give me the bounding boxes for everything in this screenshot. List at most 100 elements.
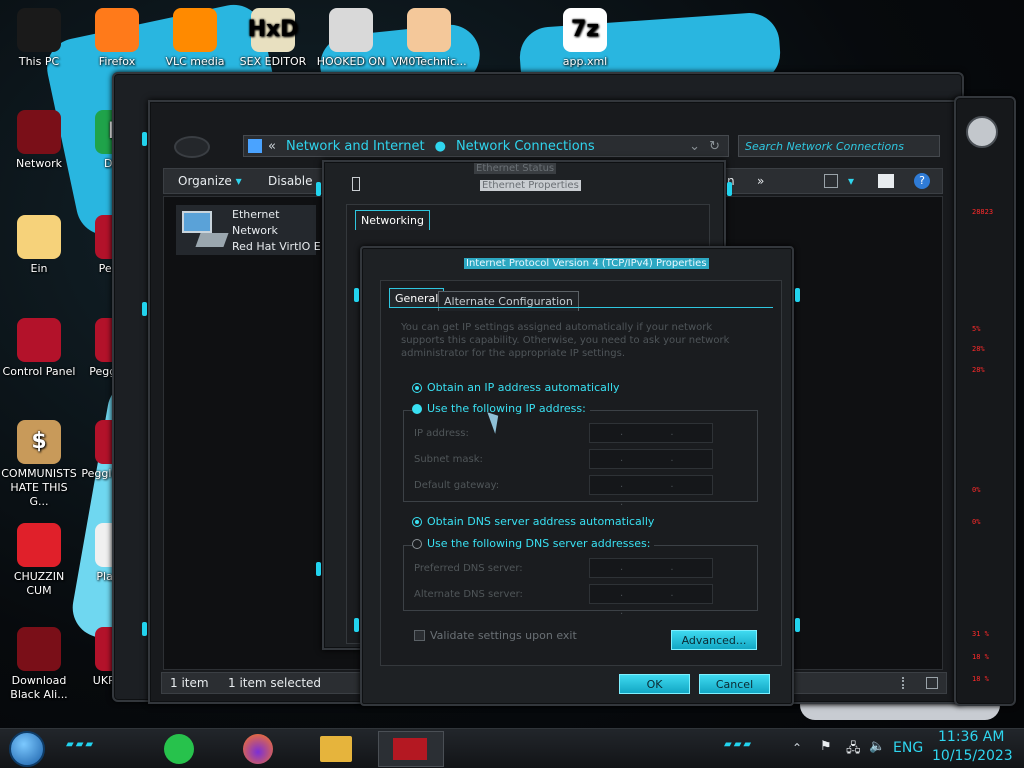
validate-settings-label: Validate settings upon exit xyxy=(430,629,577,642)
status-selected: 1 item selected xyxy=(228,676,322,690)
advanced-button[interactable]: Advanced... xyxy=(671,630,757,650)
adapter-name: Ethernet xyxy=(232,208,280,221)
monitor-readout: 0% xyxy=(972,518,981,526)
more-commands-button[interactable]: » xyxy=(757,174,764,188)
desktop-icon[interactable]: VLC media xyxy=(156,8,234,69)
doctor-icon xyxy=(407,8,451,52)
radio-obtain-dns-automatically[interactable]: Obtain DNS server address automatically xyxy=(412,515,654,528)
monitor-readout: 0% xyxy=(972,486,981,494)
subnet-mask-field[interactable]: . . . xyxy=(589,449,713,482)
subnet-mask-label: Subnet mask: xyxy=(414,454,483,465)
desktop-icon-label: Ein xyxy=(30,262,48,275)
desktop-icon[interactable]: 7z app.xml xyxy=(546,8,624,69)
help-icon[interactable]: ? xyxy=(914,173,930,189)
taskbar-firefox-icon[interactable] xyxy=(243,734,273,764)
desktop-icon-label: VLC media xyxy=(165,55,225,68)
details-view-icon[interactable] xyxy=(902,677,906,689)
desktop-icon[interactable]: HOOKED ON xyxy=(312,8,390,69)
network-status-icon[interactable]: 🖧 xyxy=(846,739,861,761)
radio-icon xyxy=(412,403,422,414)
frame-accent xyxy=(142,132,147,146)
desktop-icon[interactable]: HxD SEX EDITOR xyxy=(234,8,312,69)
desktop-icon[interactable]: $ COMMUNISTS HATE THIS G... xyxy=(0,420,78,509)
tab-alternate-configuration[interactable]: Alternate Configuration xyxy=(438,291,579,311)
desktop-icon[interactable]: Ein xyxy=(0,215,78,276)
desktop-icon-label: app.xml xyxy=(562,55,608,68)
desktop-icon-label: CHUZZIN CUM xyxy=(13,570,65,597)
default-gateway-label: Default gateway: xyxy=(414,480,500,491)
organize-button[interactable]: Organize ▾ xyxy=(178,174,242,188)
breadcrumb-back[interactable]: « xyxy=(268,139,276,154)
explorer-logo-icon xyxy=(174,136,210,158)
ethernet-status-ghost-title: Ethernet Status xyxy=(474,163,557,174)
radio-obtain-dns-label: Obtain DNS server address automatically xyxy=(427,515,655,528)
ip-address-field[interactable]: . . . xyxy=(589,423,713,456)
preferred-dns-label: Preferred DNS server: xyxy=(414,563,523,574)
desktop-icon[interactable]: This PC xyxy=(0,8,78,69)
desktop-icon[interactable]: Download Black Ali... xyxy=(0,627,78,702)
view-options-icon[interactable] xyxy=(824,174,838,188)
tab-networking[interactable]: Networking xyxy=(355,210,430,230)
desktop-icon-label: Download Black Ali... xyxy=(10,674,68,701)
desktop-icon-label: VM0Technic... xyxy=(391,55,467,68)
breadcrumb-network-connections[interactable]: Network Connections xyxy=(456,139,595,154)
flag-icon[interactable]: ⚑ xyxy=(820,739,832,754)
ok-button[interactable]: OK xyxy=(619,674,690,694)
chevron-down-icon[interactable]: ⌄ xyxy=(689,139,700,154)
monitor-readout: 28% xyxy=(972,345,985,353)
radio-icon xyxy=(412,538,422,549)
taskbar-app-notes-icon[interactable] xyxy=(164,734,194,764)
desktop-icon[interactable]: Control Panel xyxy=(0,318,78,379)
volume-icon[interactable]: 🔈 xyxy=(869,739,885,754)
show-hidden-icons-icon[interactable]: ⌃ xyxy=(792,741,802,755)
desktop-icon[interactable]: CHUZZIN CUM xyxy=(0,523,78,598)
frame-accent xyxy=(354,618,359,632)
hooked-icon xyxy=(329,8,373,52)
computer-icon xyxy=(17,8,61,52)
validate-settings-checkbox[interactable]: Validate settings upon exit xyxy=(414,629,577,642)
cancel-button[interactable]: Cancel xyxy=(699,674,770,694)
disable-button[interactable]: Disable xyxy=(268,174,313,188)
desktop-icon-label: SEX EDITOR xyxy=(239,55,307,68)
ethernet-title-icon xyxy=(352,177,360,191)
frame-accent xyxy=(354,288,359,302)
taskbar-file-explorer-icon[interactable] xyxy=(320,736,352,762)
monitor-readout: 5% xyxy=(972,325,981,333)
clock-date[interactable]: 10/15/2023 xyxy=(932,748,1013,764)
alternate-dns-field[interactable]: . . . xyxy=(589,584,713,617)
refresh-icon[interactable]: ↻ xyxy=(709,139,720,154)
taskbar-accent: ▰▰▰ xyxy=(724,739,754,750)
tab-divider xyxy=(389,307,773,308)
language-indicator[interactable]: ENG xyxy=(893,740,923,756)
desktop-icon[interactable]: Network xyxy=(0,110,78,171)
taskbar: ▰▰▰ ▰▰▰ ⌃ ⚑ 🖧 🔈 ENG 11:36 AM 10/15/2023 xyxy=(0,728,1024,768)
desktop-icon[interactable]: VM0Technic... xyxy=(390,8,468,69)
preview-pane-icon[interactable] xyxy=(878,174,894,188)
radio-use-following-dns[interactable]: Use the following DNS server addresses: xyxy=(412,537,655,550)
clock-time[interactable]: 11:36 AM xyxy=(938,729,1004,745)
search-input[interactable]: Search Network Connections xyxy=(738,135,940,157)
desktop-icon[interactable]: Firefox xyxy=(78,8,156,69)
frame-accent xyxy=(727,182,732,196)
start-button[interactable] xyxy=(9,731,45,767)
monitor-readout: 28% xyxy=(972,366,985,374)
tab-general[interactable]: General xyxy=(389,288,445,308)
alien-head-icon[interactable] xyxy=(966,116,998,148)
network-folder-icon xyxy=(248,139,262,153)
taskbar-control-panel-active[interactable] xyxy=(378,731,444,767)
radio-obtain-ip-automatically[interactable]: Obtain an IP address automatically xyxy=(412,381,620,394)
vlc-cone-icon xyxy=(173,8,217,52)
firefox-icon xyxy=(95,8,139,52)
chevron-down-icon[interactable]: ▾ xyxy=(848,174,854,188)
frame-accent xyxy=(316,562,321,576)
desktop-icon-label: Control Panel xyxy=(2,365,76,378)
radio-use-following-ip[interactable]: Use the following IP address: xyxy=(412,402,590,415)
preferred-dns-field[interactable]: . . . xyxy=(589,558,713,591)
radio-use-dns-label: Use the following DNS server addresses: xyxy=(427,537,651,550)
large-icons-view-icon[interactable] xyxy=(926,677,938,689)
breadcrumb-network-and-internet[interactable]: Network and Internet xyxy=(286,139,425,154)
default-gateway-field[interactable]: . . . xyxy=(589,475,713,508)
monitor-readout: 18 % xyxy=(972,653,989,661)
address-bar[interactable]: « Network and Internet ● Network Connect… xyxy=(243,135,729,157)
ethernet-adapter-item[interactable]: Ethernet Network Red Hat VirtIO E xyxy=(176,205,321,255)
